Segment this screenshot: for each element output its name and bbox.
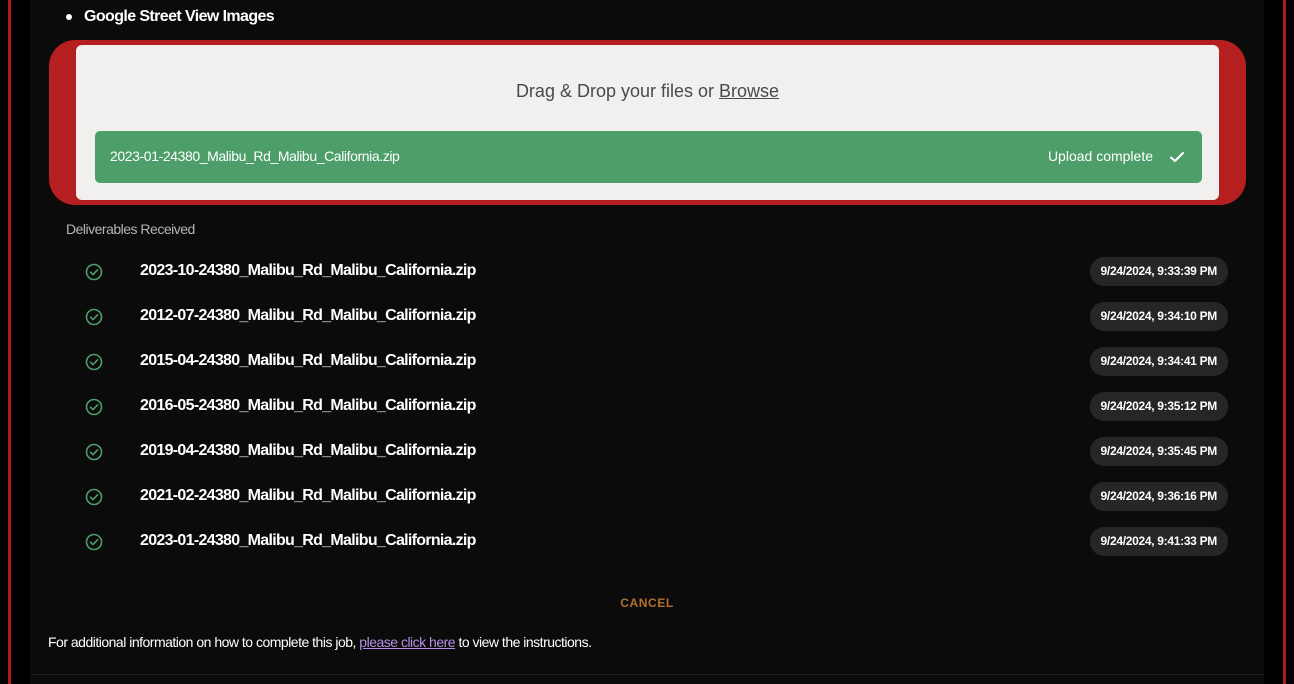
list-item: 2016-05-24380_Malibu_Rd_Malibu_Californi… [84,392,1228,422]
right-red-border [1264,0,1294,684]
list-item: 2021-02-24380_Malibu_Rd_Malibu_Californi… [84,482,1228,512]
dropzone-instructions: Drag & Drop your files or Browse [76,81,1219,102]
check-circle-icon [85,263,103,281]
upload-status: Upload complete [1047,148,1153,164]
deliverable-timestamp: 9/24/2024, 9:34:10 PM [1089,302,1228,331]
deliverable-name: 2016-05-24380_Malibu_Rd_Malibu_Californi… [140,397,476,414]
cancel-button-wrapper: CANCEL [0,596,1294,610]
bullet-list-item: Google Street View Images [66,8,275,26]
deliverable-timestamp: 9/24/2024, 9:36:16 PM [1089,482,1228,511]
uploaded-file-item: 2023-01-24380_Malibu_Rd_Malibu_Californi… [95,131,1202,183]
deliverable-timestamp: 9/24/2024, 9:35:45 PM [1089,437,1228,466]
check-circle-icon [85,308,103,326]
deliverable-name: 2015-04-24380_Malibu_Rd_Malibu_Californi… [140,352,476,369]
deliverable-timestamp: 9/24/2024, 9:41:33 PM [1089,527,1228,556]
deliverables-title: Deliverables Received [66,221,195,237]
check-circle-icon [85,443,103,461]
bullet-label: Google Street View Images [84,8,275,25]
deliverable-name: 2023-01-24380_Malibu_Rd_Malibu_Californi… [140,532,476,549]
dropzone[interactable]: Drag & Drop your files or Browse 2023-01… [76,45,1219,200]
divider [30,674,1264,675]
left-red-border [0,0,30,684]
list-item: 2012-07-24380_Malibu_Rd_Malibu_Californi… [84,302,1228,332]
page: Google Street View Images Drag & Drop yo… [0,0,1294,684]
cancel-button[interactable]: CANCEL [620,596,674,610]
list-item: 2023-01-24380_Malibu_Rd_Malibu_Californi… [84,527,1228,557]
list-item: 2023-10-24380_Malibu_Rd_Malibu_Californi… [84,257,1228,287]
deliverable-timestamp: 9/24/2024, 9:35:12 PM [1089,392,1228,421]
check-circle-icon [85,398,103,416]
checkmark-icon [1170,152,1184,162]
browse-link[interactable]: Browse [719,81,779,101]
check-circle-icon [85,533,103,551]
list-item: 2015-04-24380_Malibu_Rd_Malibu_Californi… [84,347,1228,377]
deliverable-timestamp: 9/24/2024, 9:34:41 PM [1089,347,1228,376]
upload-widget: Drag & Drop your files or Browse 2023-01… [49,40,1246,205]
dropzone-label: Drag & Drop your files or [515,81,720,101]
list-item: 2019-04-24380_Malibu_Rd_Malibu_Californi… [84,437,1228,467]
instructions-prefix: For additional information on how to com… [48,634,360,650]
uploaded-file-name: 2023-01-24380_Malibu_Rd_Malibu_Californi… [110,148,400,164]
instructions-suffix: to view the instructions. [455,634,592,650]
instructions-link[interactable]: please click here [359,634,455,650]
check-circle-icon [85,488,103,506]
deliverable-name: 2012-07-24380_Malibu_Rd_Malibu_Californi… [140,307,476,324]
deliverable-name: 2019-04-24380_Malibu_Rd_Malibu_Californi… [140,442,476,459]
deliverable-name: 2023-10-24380_Malibu_Rd_Malibu_Californi… [140,262,476,279]
instructions-note: For additional information on how to com… [48,634,592,650]
deliverable-timestamp: 9/24/2024, 9:33:39 PM [1089,257,1228,286]
bullet-dot [66,14,72,20]
check-circle-icon [85,353,103,371]
deliverable-name: 2021-02-24380_Malibu_Rd_Malibu_Californi… [140,487,476,504]
